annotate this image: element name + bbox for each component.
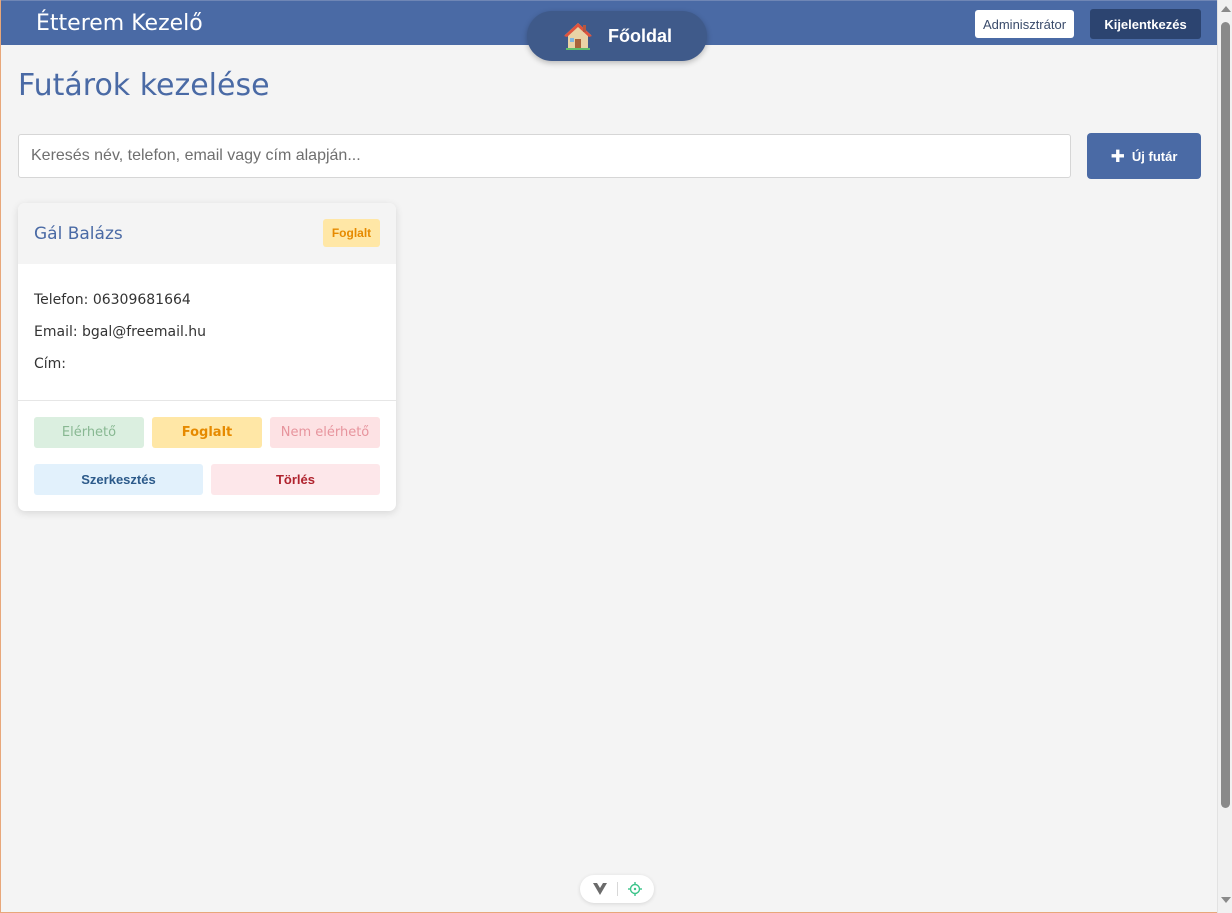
home-button[interactable]: Főoldal [527,11,707,61]
courier-actions: Elérhető Foglalt Nem elérhető Szerkeszté… [18,401,396,511]
scroll-down-icon[interactable] [1221,897,1231,903]
courier-card: Gál Balázs Foglalt Telefon: 06309681664 … [18,203,396,511]
role-badge: Adminisztrátor [975,10,1074,38]
status-badge: Foglalt [323,219,380,247]
new-courier-button[interactable]: ✚ Új futár [1087,133,1201,179]
vue-logo-icon[interactable] [592,883,607,895]
delete-button[interactable]: Törlés [211,464,380,495]
scroll-up-icon[interactable] [1221,6,1231,12]
courier-address: Cím: [34,356,67,372]
scroll-thumb[interactable] [1221,22,1230,808]
new-courier-label: Új futár [1131,148,1178,164]
courier-email: Email: bgal@freemail.hu [34,324,207,340]
plus-icon: ✚ [1110,146,1125,166]
courier-card-header: Gál Balázs Foglalt [18,203,396,264]
edit-button[interactable]: Szerkesztés [34,464,203,495]
widget-divider [616,882,618,896]
logout-button[interactable]: Kijelentkezés [1090,9,1201,39]
set-available-button[interactable]: Elérhető [34,417,144,448]
courier-phone: Telefon: 06309681664 [34,292,191,308]
set-unavailable-button[interactable]: Nem elérhető [270,417,380,448]
courier-details: Telefon: 06309681664 Email: bgal@freemai… [18,264,396,401]
page-title: Futárok kezelése [18,68,270,103]
house-icon [564,23,592,50]
devtools-widget[interactable] [580,875,654,903]
app-title: Étterem Kezelő [36,11,203,36]
search-input[interactable] [18,134,1071,178]
set-busy-button[interactable]: Foglalt [152,417,262,448]
vertical-scrollbar[interactable] [1217,0,1232,913]
home-label: Főoldal [608,25,672,46]
crosshair-icon[interactable] [627,882,642,896]
courier-name: Gál Balázs [34,224,123,244]
